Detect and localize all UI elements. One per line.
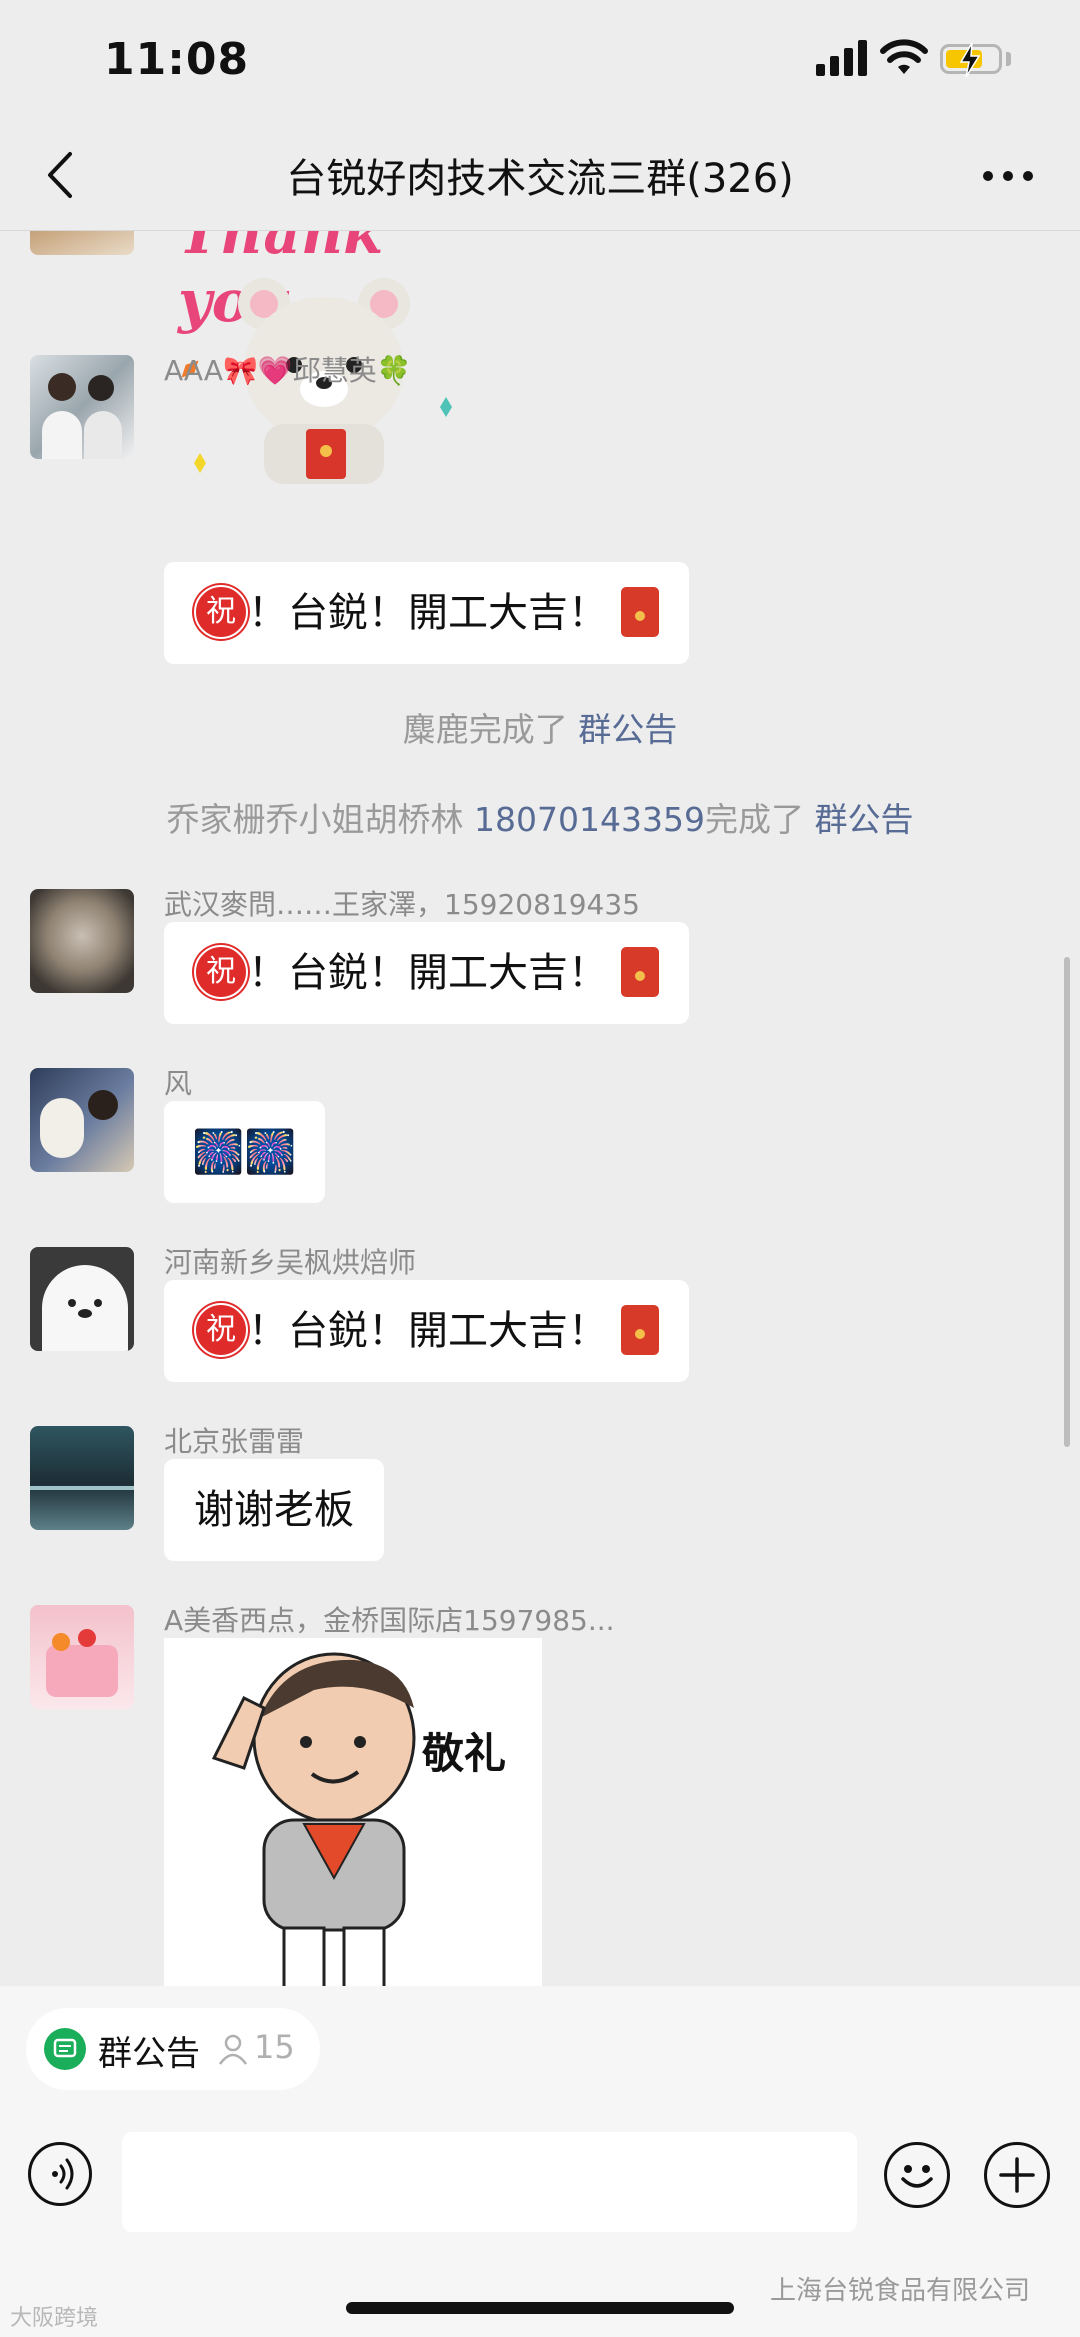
chat-messages[interactable]: Thank you AAA🎀💗邱慧英🍀 祝！台鋭！開工大吉！ 麋鹿完成了 群公告 bbox=[0, 231, 1080, 1986]
message-bubble[interactable]: 🎆🎆 bbox=[164, 1101, 325, 1203]
group-notice-link[interactable]: 群公告 bbox=[814, 800, 913, 839]
message-text: ！台鋭！開工大吉！ bbox=[248, 1308, 608, 1354]
sticker-caption: 敬礼 bbox=[422, 1729, 507, 1778]
system-text: 完成了 bbox=[704, 800, 815, 839]
system-message: 麋鹿完成了 群公告 bbox=[0, 703, 1080, 751]
avatar[interactable] bbox=[30, 231, 134, 255]
status-time: 11:08 bbox=[104, 34, 250, 85]
more-icon[interactable] bbox=[978, 156, 1038, 196]
avatar[interactable] bbox=[30, 355, 134, 459]
home-indicator[interactable] bbox=[346, 2302, 734, 2314]
message-bubble[interactable]: 祝！台鋭！開工大吉！ bbox=[164, 1280, 689, 1382]
plus-icon bbox=[999, 2157, 1035, 2193]
chat-header: 台锐好肉技术交流三群(326) bbox=[0, 120, 1080, 231]
sender-name: 风 bbox=[164, 1067, 193, 1100]
message-bubble[interactable]: 祝！台鋭！開工大吉！ bbox=[164, 922, 689, 1024]
zhu-badge-icon: 祝 bbox=[194, 945, 248, 999]
battery-icon bbox=[940, 43, 1002, 77]
notice-icon bbox=[44, 2028, 86, 2070]
voice-icon bbox=[52, 2158, 74, 2190]
sender-name: AAA🎀💗邱慧英🍀 bbox=[164, 354, 412, 387]
sender-name: A美香西点，金桥国际店1597985... bbox=[164, 1604, 615, 1637]
zhu-badge-icon: 祝 bbox=[194, 1303, 248, 1357]
phone-link[interactable]: 18070143359 bbox=[474, 800, 705, 839]
system-message: 乔家栅乔小姐胡桥林 18070143359完成了 群公告 bbox=[0, 793, 1080, 841]
person-icon bbox=[218, 2034, 248, 2065]
emoji-icon bbox=[901, 2165, 933, 2188]
status-bar: 11:08 bbox=[0, 0, 1080, 120]
avatar[interactable] bbox=[30, 1247, 134, 1351]
message-text: 谢谢老板 bbox=[194, 1487, 354, 1533]
message-text: ！台鋭！開工大吉！ bbox=[248, 950, 608, 996]
sender-name: 河南新乡吴枫烘焙师 bbox=[164, 1246, 417, 1279]
red-envelope-icon bbox=[620, 947, 659, 997]
message-text: ！台鋭！開工大吉！ bbox=[248, 590, 608, 636]
avatar[interactable] bbox=[30, 1605, 134, 1709]
notice-label: 群公告 bbox=[98, 2034, 200, 2074]
wifi-icon bbox=[880, 39, 928, 74]
avatar[interactable] bbox=[30, 1068, 134, 1172]
red-envelope-icon bbox=[620, 587, 659, 637]
more-functions-button[interactable] bbox=[984, 2142, 1050, 2208]
watermark-left: 大阪跨境 bbox=[10, 2306, 99, 2331]
message-bubble[interactable]: 祝！台鋭！開工大吉！ bbox=[164, 562, 689, 664]
red-envelope-icon bbox=[620, 1305, 659, 1355]
salute-baby-illustration bbox=[211, 1652, 416, 1986]
sender-name: 北京张雷雷 bbox=[164, 1425, 305, 1458]
salute-sticker[interactable]: 敬礼 bbox=[164, 1638, 542, 1986]
notice-count: 15 bbox=[254, 2028, 295, 2066]
avatar[interactable] bbox=[30, 1426, 134, 1530]
chat-title: 台锐好肉技术交流三群(326) bbox=[286, 156, 794, 202]
emoji-button[interactable] bbox=[884, 2142, 950, 2208]
voice-input-button[interactable] bbox=[28, 2142, 92, 2206]
system-text: 乔家栅乔小姐胡桥林 bbox=[166, 800, 475, 839]
watermark: 上海台锐食品有限公司 bbox=[770, 2276, 1031, 2306]
scrollbar[interactable] bbox=[1064, 957, 1070, 1447]
battery-cap bbox=[1006, 52, 1011, 66]
group-notice-link[interactable]: 群公告 bbox=[578, 710, 677, 749]
sender-name: 武汉麥問……王家澤，15920819435 bbox=[164, 888, 640, 921]
message-input[interactable] bbox=[122, 2132, 857, 2232]
zhu-badge-icon: 祝 bbox=[194, 585, 248, 639]
avatar[interactable] bbox=[30, 889, 134, 993]
message-bubble[interactable]: 谢谢老板 bbox=[164, 1459, 384, 1561]
system-text: 麋鹿完成了 bbox=[402, 710, 579, 749]
signal-icon bbox=[816, 40, 867, 76]
message-text: 🎆🎆 bbox=[192, 1127, 297, 1176]
group-notice-button[interactable]: 群公告 15 bbox=[26, 2008, 320, 2090]
